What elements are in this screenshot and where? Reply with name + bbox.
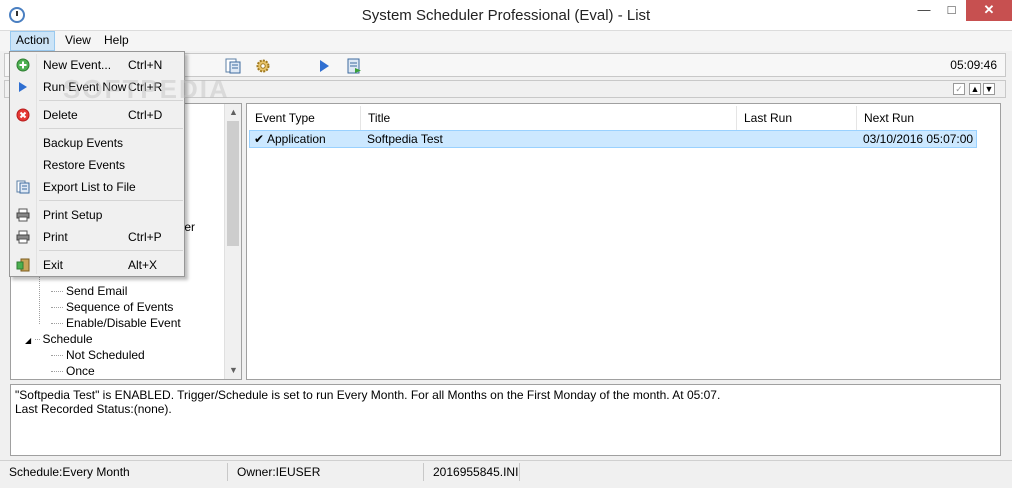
menu-separator [39, 100, 183, 101]
event-description-panel: "Softpedia Test" is ENABLED. Trigger/Sch… [10, 384, 1001, 456]
description-line-1: "Softpedia Test" is ENABLED. Trigger/Sch… [15, 388, 721, 402]
cell-next-run: 03/10/2016 05:07:00 [863, 132, 974, 146]
scroll-down-icon[interactable]: ▼ [225, 362, 241, 379]
import-icon[interactable] [346, 58, 362, 74]
menu-item-delete[interactable]: Delete Ctrl+D [11, 104, 183, 126]
column-event-type[interactable]: Event Type [248, 106, 361, 130]
menu-action[interactable]: Action [10, 31, 56, 51]
maximize-button[interactable]: □ [938, 0, 965, 21]
tree-item-not-scheduled[interactable]: Not Scheduled [51, 348, 145, 362]
printer-icon [16, 208, 30, 222]
settings-gear-icon[interactable] [255, 58, 271, 74]
clock-display: 05:09:46 [950, 58, 997, 72]
tree-item-send-email[interactable]: Send Email [51, 284, 127, 298]
check-small-button[interactable]: ✓ [953, 83, 965, 95]
menu-item-new-event[interactable]: New Event... Ctrl+N [11, 54, 183, 76]
move-down-button[interactable]: ▼ [983, 83, 995, 95]
status-owner: Owner:IEUSER [228, 463, 424, 481]
menu-item-backup-events[interactable]: Backup Events [11, 132, 183, 154]
title-bar: System Scheduler Professional (Eval) - L… [0, 0, 1012, 31]
export-list-icon[interactable] [225, 58, 241, 74]
printer-icon [16, 230, 30, 244]
menu-item-print-setup[interactable]: Print Setup [11, 204, 183, 226]
status-bar: Schedule:Every Month Owner:IEUSER 201695… [0, 460, 1012, 482]
status-schedule: Schedule:Every Month [0, 463, 228, 481]
menu-item-run-event-now[interactable]: Run Event Now Ctrl+R [11, 76, 183, 98]
minimize-button[interactable]: — [910, 0, 938, 21]
tree-item-sequence[interactable]: Sequence of Events [51, 300, 173, 314]
play-icon [19, 82, 27, 92]
column-last-run[interactable]: Last Run [737, 106, 857, 130]
table-row[interactable]: ✔ Application Softpedia Test 03/10/2016 … [249, 130, 977, 148]
menu-item-print[interactable]: Print Ctrl+P [11, 226, 183, 248]
menu-separator [39, 250, 183, 251]
exit-icon [16, 258, 30, 272]
menu-bar: Action View Help [0, 31, 1012, 51]
expand-arrow-icon[interactable]: ◢ [25, 336, 31, 345]
add-green-icon [16, 58, 30, 72]
event-list: Event Type Title Last Run Next Run ✔ App… [246, 103, 1001, 380]
tree-item-schedule[interactable]: ◢ Schedule [25, 332, 93, 346]
close-button[interactable]: ✕ [966, 0, 1012, 21]
menu-help[interactable]: Help [99, 31, 134, 51]
cell-title: Softpedia Test [367, 132, 443, 146]
menu-separator [39, 200, 183, 201]
menu-separator [39, 128, 183, 129]
cell-event-type: Application [267, 132, 326, 146]
checkmark-icon: ✔ [254, 132, 265, 146]
window-title: System Scheduler Professional (Eval) - L… [361, 7, 651, 24]
status-file: 2016955845.INI [424, 463, 520, 481]
scroll-up-icon[interactable]: ▲ [225, 104, 241, 121]
export-list-icon [16, 180, 30, 194]
move-up-button[interactable]: ▲ [969, 83, 981, 95]
column-next-run[interactable]: Next Run [857, 106, 1000, 130]
tree-item-once[interactable]: Once [51, 364, 95, 378]
delete-red-icon [16, 108, 30, 122]
menu-item-exit[interactable]: Exit Alt+X [11, 254, 183, 276]
menu-item-export-list[interactable]: Export List to File [11, 176, 183, 198]
action-menu: New Event... Ctrl+N Run Event Now Ctrl+R… [9, 51, 185, 277]
tree-item-enable-disable[interactable]: Enable/Disable Event [51, 316, 181, 330]
run-icon[interactable] [316, 58, 332, 74]
menu-item-restore-events[interactable]: Restore Events [11, 154, 183, 176]
description-line-2: Last Recorded Status:(none). [15, 402, 172, 416]
column-title[interactable]: Title [361, 106, 737, 130]
tree-scrollbar[interactable]: ▲ ▼ [224, 104, 241, 379]
scroll-thumb[interactable] [227, 121, 239, 246]
menu-view[interactable]: View [60, 31, 96, 51]
